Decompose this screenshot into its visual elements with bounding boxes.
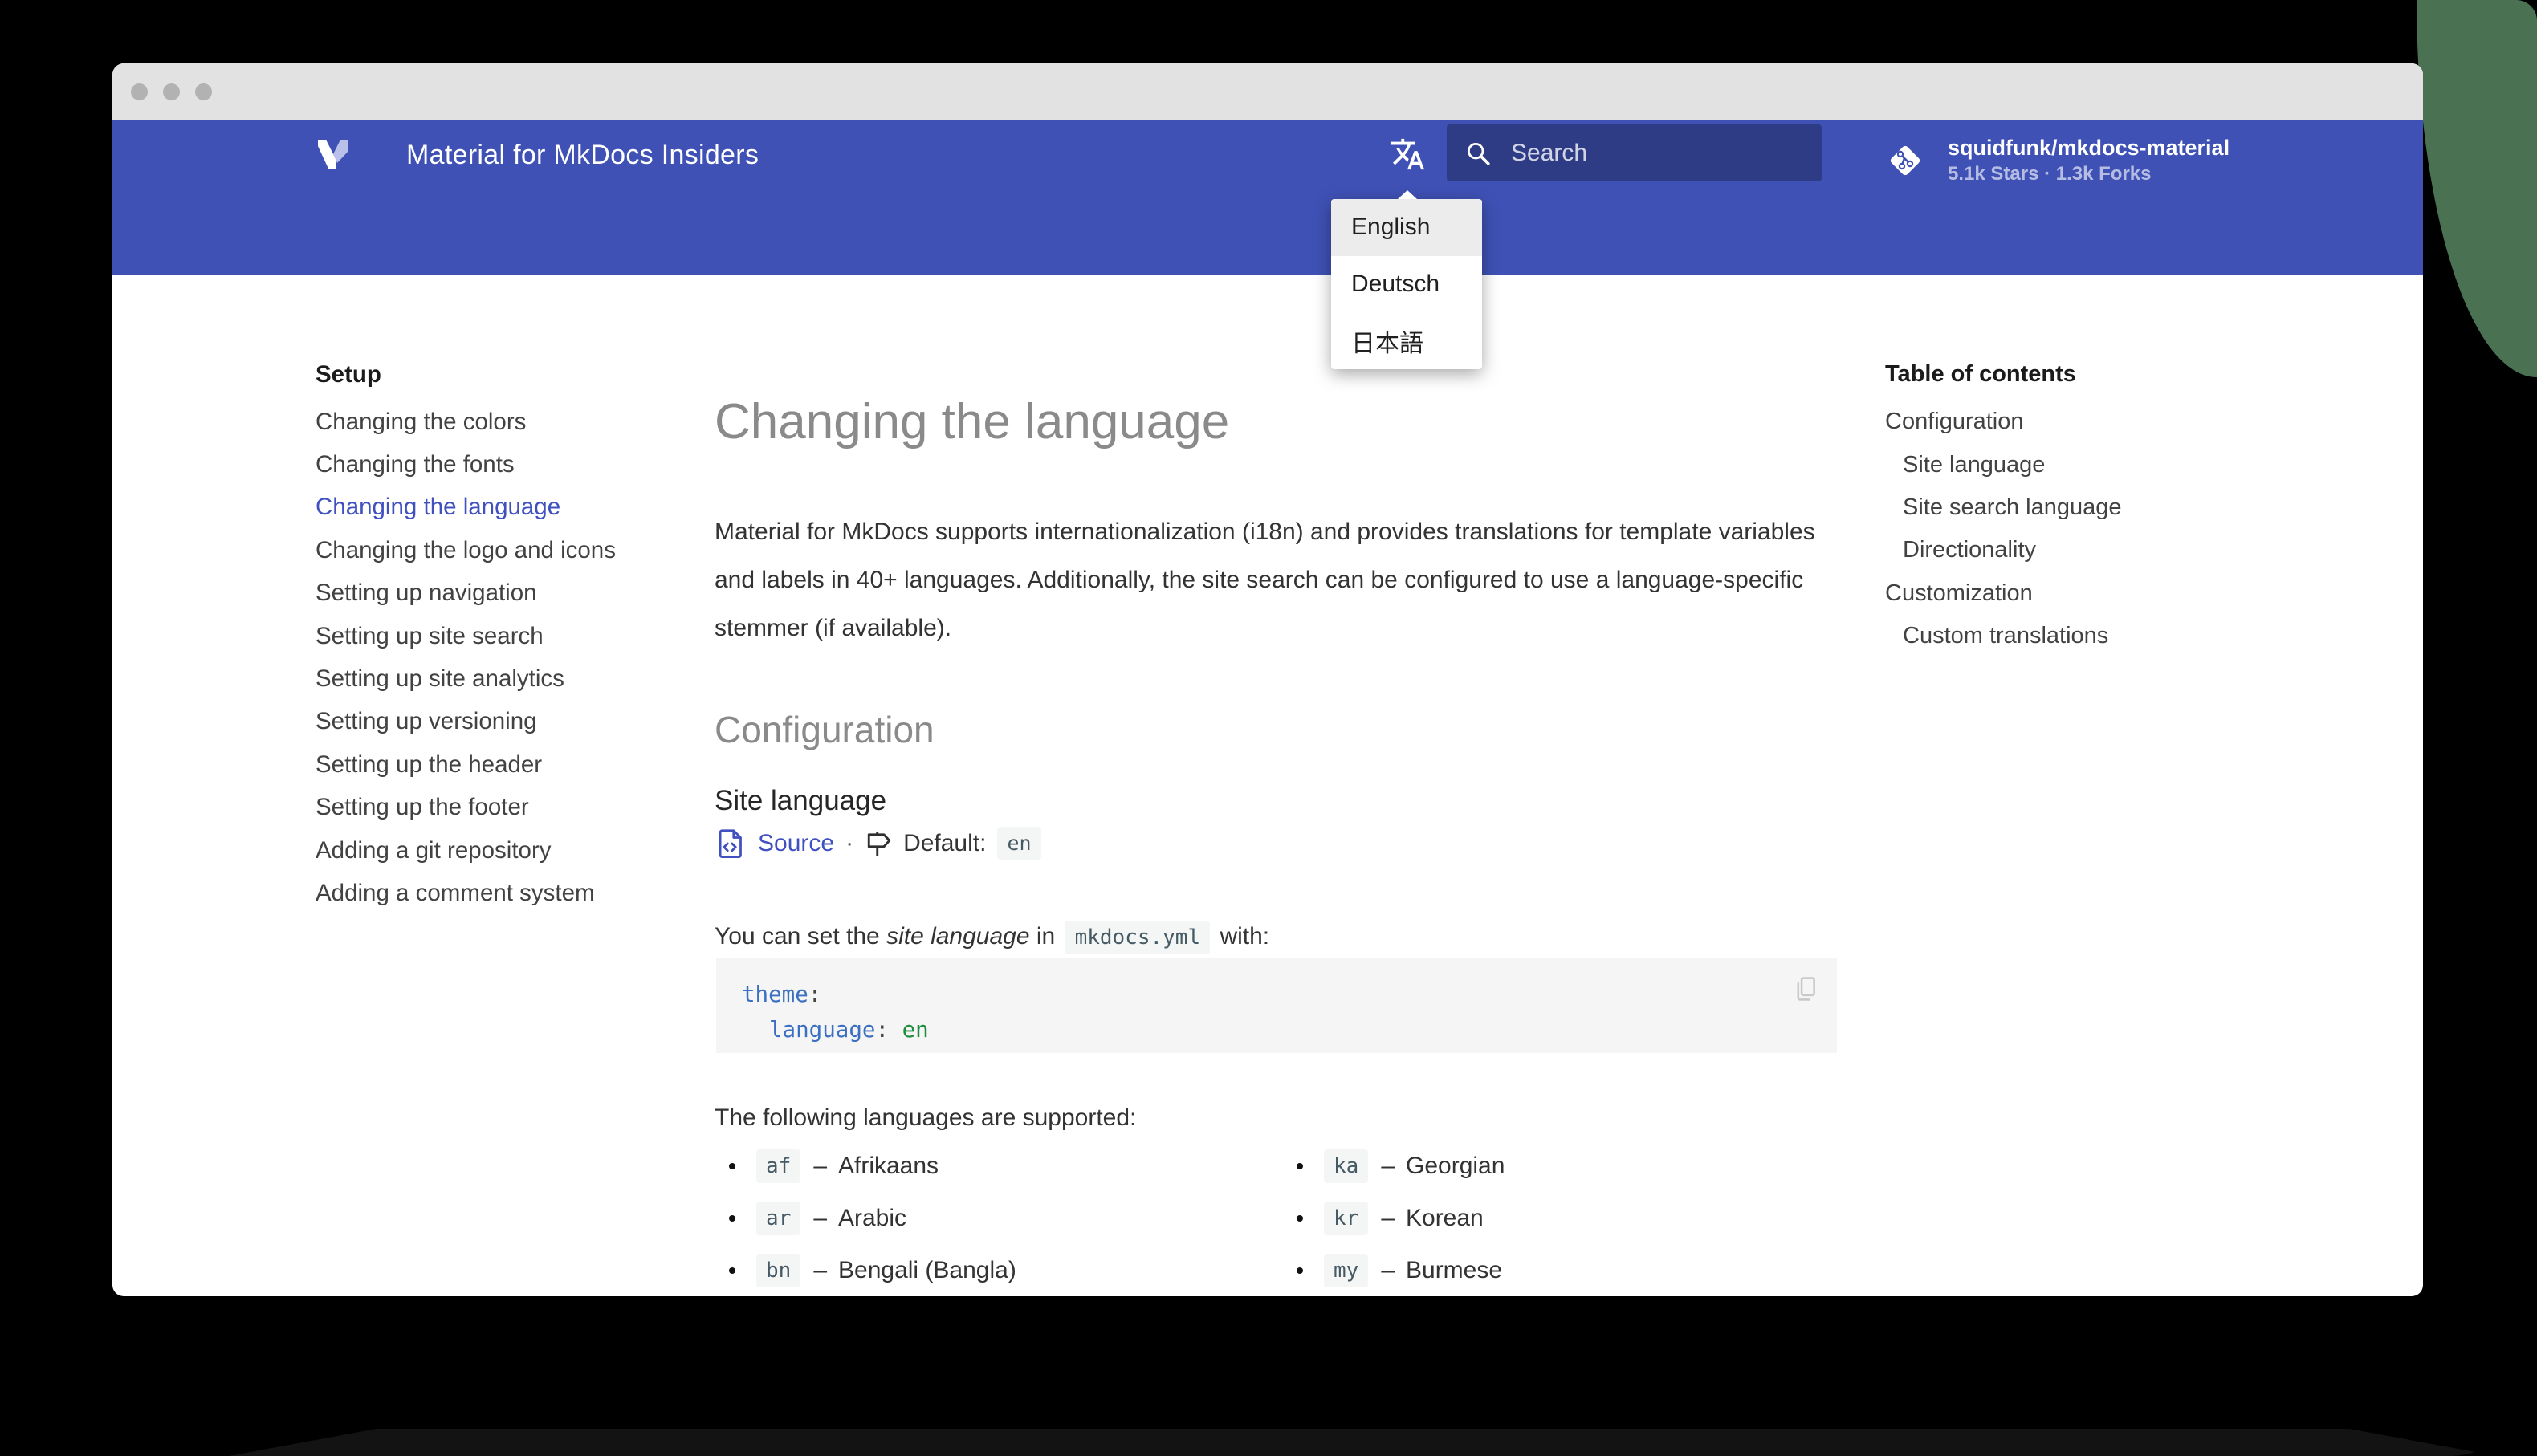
code-block: theme: language: en: [716, 958, 1837, 1053]
screen-background: Material for MkDocs Insiders Search squi…: [0, 0, 2537, 1456]
table-of-contents: Table of contents Configuration Site lan…: [1885, 353, 2254, 657]
language-menu-caret: [1398, 190, 1417, 199]
language-list-right: ka – Georgian kr – Korean my – Burmese: [1297, 1140, 1864, 1296]
default-flag-icon: [867, 831, 891, 856]
sidebar-item-changing-language[interactable]: Changing the language: [316, 486, 669, 529]
laptop-base: [229, 1429, 2497, 1456]
window-control-zoom[interactable]: [195, 83, 212, 100]
bullet-icon: [1297, 1214, 1303, 1222]
list-item: ka – Georgian: [1297, 1140, 1864, 1192]
repo-name: squidfunk/mkdocs-material: [1948, 136, 2230, 160]
list-item: bn – Bengali (Bangla): [729, 1244, 1297, 1296]
toc-item-site-search-language[interactable]: Site search language: [1885, 486, 2254, 529]
code-file-icon: [719, 828, 742, 858]
bullet-icon: [729, 1267, 735, 1274]
bullet-icon: [1297, 1267, 1303, 1274]
language-menu: English Deutsch 日本語: [1331, 199, 1482, 369]
wallpaper-corner: [2417, 0, 2537, 377]
language-option-english[interactable]: English: [1331, 199, 1482, 256]
separator-dot: ·: [845, 829, 854, 856]
list-item: kr – Korean: [1297, 1192, 1864, 1244]
window-control-minimize[interactable]: [163, 83, 180, 100]
mkdocs-yml-chip: mkdocs.yml: [1065, 921, 1211, 954]
sidebar-item-changing-logo[interactable]: Changing the logo and icons: [316, 529, 669, 571]
site-language-emphasis: site language: [886, 923, 1030, 950]
site-title: Material for MkDocs Insiders: [406, 140, 759, 170]
sidebar-nav: Setup Changing the colors Changing the f…: [316, 353, 669, 915]
copy-to-clipboard-icon[interactable]: [1792, 975, 1819, 1003]
list-item: af – Afrikaans: [729, 1140, 1297, 1192]
tab-getting-started[interactable]: Getting started: [419, 270, 572, 318]
sidebar-item-site-search[interactable]: Setting up site search: [316, 615, 669, 657]
list-item: my – Burmese: [1297, 1244, 1864, 1296]
set-language-paragraph: You can set the site language in mkdocs.…: [715, 921, 1269, 954]
site-logo[interactable]: [316, 138, 351, 170]
article: Changing the language Material for MkDoc…: [715, 63, 1839, 1296]
list-item: ar – Arabic: [729, 1192, 1297, 1244]
language-list: af – Afrikaans ar – Arabic bn – Bengali (Bangl…: [729, 1140, 1864, 1296]
section-heading-site-language: Site language: [715, 785, 887, 816]
language-option-japanese[interactable]: 日本語: [1331, 312, 1482, 369]
window-control-close[interactable]: [131, 83, 148, 100]
sidebar-item-navigation[interactable]: Setting up navigation: [316, 572, 669, 615]
toc-item-configuration[interactable]: Configuration: [1885, 401, 2254, 443]
sidebar-item-git-repository[interactable]: Adding a git repository: [316, 829, 669, 872]
browser-window: Material for MkDocs Insiders Search squi…: [112, 63, 2423, 1296]
tab-home[interactable]: Home: [316, 270, 377, 318]
toc-item-customization[interactable]: Customization: [1885, 572, 2254, 615]
page-title: Changing the language: [715, 393, 1230, 449]
intro-paragraph: Material for MkDocs supports internation…: [715, 519, 1815, 641]
sidebar-title: Setup: [316, 360, 381, 388]
sidebar-item-footer[interactable]: Setting up the footer: [316, 787, 669, 829]
bullet-icon: [729, 1214, 735, 1222]
sidebar-item-header[interactable]: Setting up the header: [316, 743, 669, 786]
git-repo-icon: [1890, 145, 1920, 175]
supported-languages-intro: The following languages are supported:: [715, 1104, 1137, 1131]
repo-link[interactable]: squidfunk/mkdocs-material 5.1k Stars · 1…: [1887, 135, 2230, 185]
sidebar-item-changing-colors[interactable]: Changing the colors: [316, 401, 669, 443]
source-default-line: Source · Default: en: [715, 827, 1041, 860]
toc-title: Table of contents: [1885, 361, 2076, 387]
tab-setup[interactable]: Setup: [614, 270, 679, 318]
language-option-deutsch[interactable]: Deutsch: [1331, 256, 1482, 313]
language-list-left: af – Afrikaans ar – Arabic bn – Bengali (Bangl…: [729, 1140, 1297, 1296]
sidebar-item-comment-system[interactable]: Adding a comment system: [316, 872, 669, 914]
default-value-chip: en: [997, 827, 1041, 860]
bullet-icon: [729, 1162, 735, 1169]
repo-stats: 5.1k Stars · 1.3k Forks: [1948, 163, 2152, 185]
toc-item-custom-translations[interactable]: Custom translations: [1885, 615, 2254, 657]
section-heading-configuration: Configuration: [715, 709, 935, 751]
default-label: Default:: [903, 829, 987, 856]
sidebar-item-site-analytics[interactable]: Setting up site analytics: [316, 657, 669, 700]
sidebar-item-versioning[interactable]: Setting up versioning: [316, 701, 669, 743]
toc-item-site-language[interactable]: Site language: [1885, 443, 2254, 486]
sidebar-item-changing-fonts[interactable]: Changing the fonts: [316, 443, 669, 486]
source-link[interactable]: Source: [758, 830, 834, 857]
toc-item-directionality[interactable]: Directionality: [1885, 529, 2254, 571]
bullet-icon: [1297, 1162, 1303, 1169]
